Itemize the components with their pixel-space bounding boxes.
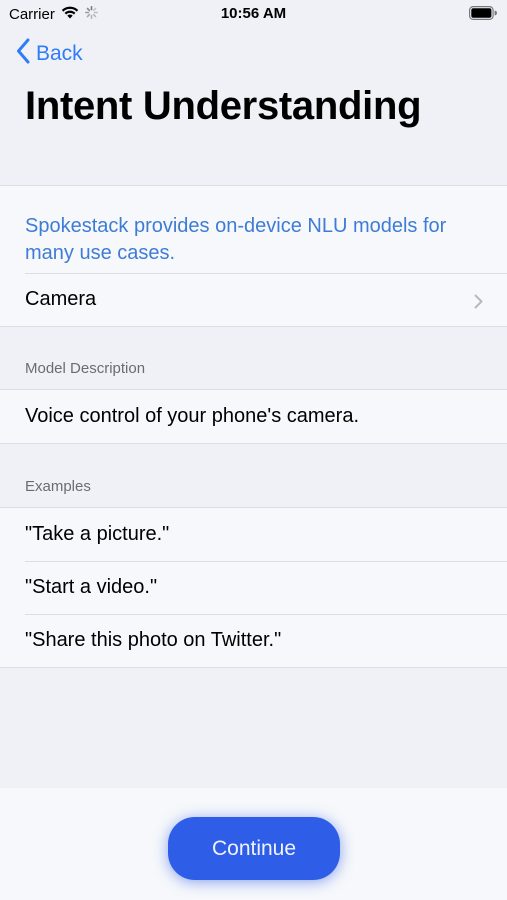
model-description-section: Voice control of your phone's camera. bbox=[0, 389, 507, 444]
example-text: "Share this photo on Twitter." bbox=[25, 629, 282, 651]
list-item: "Share this photo on Twitter." bbox=[0, 614, 507, 667]
model-description-row: Voice control of your phone's camera. bbox=[0, 390, 507, 443]
intro-text: Spokestack provides on-device NLU models… bbox=[25, 215, 447, 264]
back-button[interactable]: Back bbox=[16, 38, 83, 70]
model-picker-row[interactable]: Camera bbox=[0, 273, 507, 326]
examples-header: Examples bbox=[25, 478, 91, 495]
model-description-text: Voice control of your phone's camera. bbox=[25, 405, 360, 427]
model-description-header: Model Description bbox=[25, 360, 146, 377]
continue-button[interactable]: Continue bbox=[168, 817, 340, 880]
back-label: Back bbox=[36, 42, 83, 65]
chevron-right-icon bbox=[474, 292, 483, 315]
page-title: Intent Understanding bbox=[25, 84, 422, 128]
list-item: "Start a video." bbox=[0, 561, 507, 614]
status-bar: Carrier 10:56 AM bbox=[0, 0, 507, 28]
example-text: "Start a video." bbox=[25, 576, 158, 598]
battery-icon bbox=[469, 6, 497, 24]
model-picker-label: Camera bbox=[25, 288, 97, 310]
status-time: 10:56 AM bbox=[220, 5, 287, 22]
examples-section: "Take a picture." "Start a video." "Shar… bbox=[0, 507, 507, 668]
chevron-left-icon bbox=[16, 38, 30, 70]
list-item: "Take a picture." bbox=[0, 508, 507, 561]
model-picker-section: Spokestack provides on-device NLU models… bbox=[0, 185, 507, 327]
example-text: "Take a picture." bbox=[25, 523, 170, 545]
